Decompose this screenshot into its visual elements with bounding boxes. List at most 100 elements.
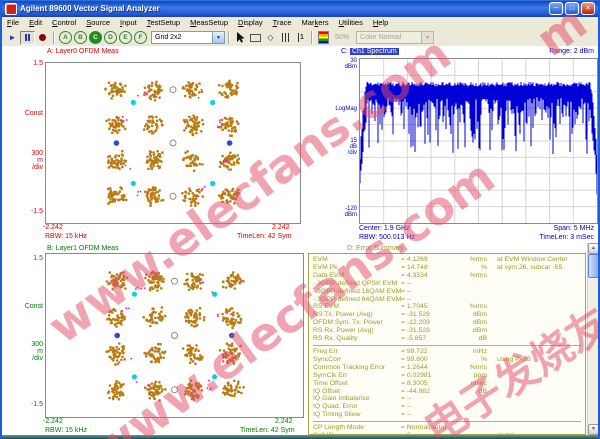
b-y-scale-label: 300 m /div xyxy=(31,341,43,362)
minimize-button[interactable]: ─ xyxy=(549,2,563,15)
trace-button-e[interactable]: E xyxy=(119,31,132,44)
a-x-right-label: 2.242 xyxy=(272,224,290,231)
quadrant-c: C: Ch1 Spectrum Range: 2 dBm 30 dBm LogM… xyxy=(339,46,598,243)
b-y-bottom-label: -1.5 xyxy=(31,401,43,408)
zoom-box-icon xyxy=(250,34,261,42)
toolbar-separator xyxy=(53,31,55,44)
trace-button-a[interactable]: A xyxy=(59,31,72,44)
scrollbar-thumb[interactable] xyxy=(588,254,599,278)
menu-trace[interactable]: Trace xyxy=(268,17,297,29)
chevron-down-icon[interactable]: ▼ xyxy=(421,32,433,43)
scroll-down-icon[interactable]: ▼ xyxy=(588,424,599,435)
trace-b-title[interactable]: B: Layer1 OFDM Meas xyxy=(47,245,119,252)
play-button[interactable]: ► xyxy=(5,31,20,45)
menu-display[interactable]: Display xyxy=(233,17,268,29)
color-scale-icon xyxy=(318,31,329,44)
summary-row: Common Tracking Error= 1.2644%rms xyxy=(313,364,585,372)
maximize-button[interactable]: □ xyxy=(565,2,579,15)
b-rbw-label: RBW: 15 kHz xyxy=(45,427,87,434)
b-x-right-label: 2.242 xyxy=(275,418,293,425)
c-rbw-label: RBW: 500.013 Hz xyxy=(359,234,415,241)
a-timelen-label: TimeLen: 42 Sym xyxy=(237,233,292,240)
trace-c-selected-title[interactable]: Ch1 Spectrum xyxy=(350,48,399,55)
marker-tool-button[interactable]: ◇ xyxy=(263,31,278,45)
quadrant-b: B: Layer1 OFDM Meas 1.5 Const 300 m /div… xyxy=(2,243,307,435)
summary-row: EVM= 4.1269%rmsat EVM Window Center xyxy=(313,256,585,264)
record-button[interactable] xyxy=(35,31,50,45)
app-icon xyxy=(5,3,17,15)
spectrum-plot-c[interactable] xyxy=(359,58,598,224)
summary-scrollbar[interactable]: ▲ ▼ xyxy=(587,243,598,435)
pointer-arrow-icon xyxy=(236,32,246,43)
menu-testsetup[interactable]: TestSetup xyxy=(142,17,185,29)
a-x-left-label: -2.242 xyxy=(43,224,63,231)
summary-row: RS Rx. Power (Avg)= -31.528dBm xyxy=(313,327,585,335)
summary-row: IQ Quad. Error= -- xyxy=(313,403,585,411)
summary-row: Data EVM= 4.3334%rms xyxy=(313,272,585,280)
trace-c-title[interactable]: C: Ch1 Spectrum xyxy=(341,48,399,55)
peak-marker-button[interactable]: 1 xyxy=(293,31,308,45)
summary-row: SyncCorr= 99.800%using P-SS xyxy=(313,356,585,364)
chevron-down-icon[interactable]: ▼ xyxy=(212,32,224,43)
c-y-scale-label: 15 dB /div xyxy=(348,138,357,156)
measurement-area: A: Layer0 OFDM Meas 1.5 Const 300 m /div… xyxy=(2,46,598,435)
b-y-format-label: Const xyxy=(25,303,43,310)
menu-control[interactable]: Control xyxy=(47,17,81,29)
trace-button-d[interactable]: D xyxy=(104,31,117,44)
close-button[interactable]: ✕ xyxy=(581,2,595,15)
offset-marker-button[interactable] xyxy=(278,31,293,45)
scroll-up-icon[interactable]: ▲ xyxy=(588,243,599,254)
b-x-left-label: -2.242 xyxy=(43,418,63,425)
summary-row: Time Offset= 8.3005msec xyxy=(313,380,585,388)
marker-diamond-icon: ◇ xyxy=(267,33,273,42)
a-rbw-label: RBW: 15 kHz xyxy=(45,233,87,240)
zoom-box-tool-button[interactable] xyxy=(248,31,263,45)
grid-layout-value: Grid 2x2 xyxy=(152,34,212,41)
summary-separator xyxy=(313,421,581,422)
zoom-percent-label: 50% xyxy=(335,34,349,41)
b-y-top-label: 1.5 xyxy=(33,255,43,262)
menu-source[interactable]: Source xyxy=(81,17,115,29)
grid-layout-select[interactable]: Grid 2x2 ▼ xyxy=(151,31,225,44)
summary-row: RS EVM= 1.7045%rms xyxy=(313,303,585,311)
summary-row: - 3GPP-defined QPSK EVM= -- xyxy=(313,280,585,288)
record-icon xyxy=(39,34,46,41)
quadrant-a: A: Layer0 OFDM Meas 1.5 Const 300 m /div… xyxy=(2,46,339,243)
summary-row: IQ Timing Skew= -- xyxy=(313,411,585,419)
menu-meassetup[interactable]: MeasSetup xyxy=(185,17,233,29)
pause-button[interactable] xyxy=(20,31,35,45)
summary-row: OFDM Sym. Tx. Power= -12.209dBm xyxy=(313,319,585,327)
trace-d-title[interactable]: D: Error Summary xyxy=(347,245,403,252)
constellation-plot-a[interactable] xyxy=(45,62,301,224)
constellation-plot-b[interactable] xyxy=(45,253,304,418)
c-range-label: Range: 2 dBm xyxy=(549,48,594,55)
trace-button-group: ABCDEF xyxy=(58,31,148,44)
color-mode-select[interactable]: Color Normal ▼ xyxy=(356,31,434,44)
color-mode-value: Color Normal xyxy=(357,34,421,41)
menu-help[interactable]: Help xyxy=(368,17,393,29)
a-y-format-label: Const xyxy=(25,110,43,117)
c-center-label: Center: 1.9 GHz xyxy=(359,225,410,232)
summary-row: SymClk Err= 0.02981ppm xyxy=(313,372,585,380)
menu-file[interactable]: File xyxy=(2,17,24,29)
toolbar-separator xyxy=(311,31,313,44)
trace-button-b[interactable]: B xyxy=(74,31,87,44)
menu-input[interactable]: Input xyxy=(115,17,142,29)
menu-utilities[interactable]: Utilities xyxy=(334,17,368,29)
c-y-top-label: 30 dBm xyxy=(345,58,357,70)
c-span-label: Span: 5 MHz xyxy=(554,225,594,232)
title-bar[interactable]: Agilent 89600 Vector Signal Analyzer ─ □… xyxy=(2,0,598,17)
quadrant-d: D: Error Summary EVM= 4.1269%rmsat EVM W… xyxy=(307,243,598,435)
trace-button-c[interactable]: C xyxy=(89,31,102,44)
c-y-bottom-label: -120 dBm xyxy=(345,206,357,218)
summary-row: RS Rx. Quality= -5.857dB xyxy=(313,335,585,343)
offset-markers-icon xyxy=(281,29,290,47)
trace-a-title[interactable]: A: Layer0 OFDM Meas xyxy=(47,48,119,55)
menu-markers[interactable]: Markers xyxy=(297,17,334,29)
select-tool-button[interactable] xyxy=(233,31,248,45)
summary-row: Freq Err= 99.722mHz xyxy=(313,348,585,356)
trace-button-f[interactable]: F xyxy=(134,31,147,44)
vsa-application-window: Agilent 89600 Vector Signal Analyzer ─ □… xyxy=(0,0,600,439)
play-icon: ► xyxy=(9,31,17,45)
menu-edit[interactable]: Edit xyxy=(24,17,47,29)
